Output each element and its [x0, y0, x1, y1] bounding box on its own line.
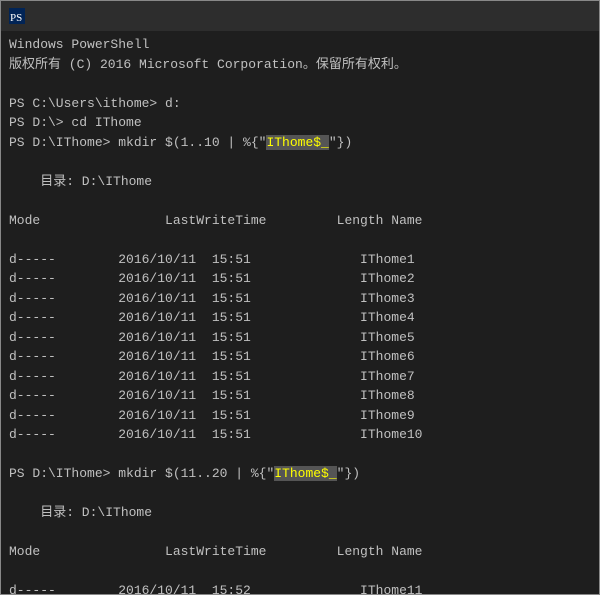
- dir-row: d----- 2016/10/11 15:51 IThome5: [9, 330, 415, 345]
- prompt-line1: PS C:\Users\ithome> d:: [9, 96, 181, 111]
- minimize-button[interactable]: [469, 1, 515, 31]
- console-scroll-area[interactable]: Windows PowerShell 版权所有 (C) 2016 Microso…: [1, 31, 599, 594]
- powershell-window: PS Windows PowerShell 版权所有 (C) 2016 Micr…: [0, 0, 600, 595]
- prompt-line2: PS D:\> cd IThome: [9, 115, 142, 130]
- dir-label1: 目录: D:\IThome: [9, 174, 152, 189]
- dir-row: d----- 2016/10/11 15:51 IThome6: [9, 349, 415, 364]
- col-headers1: Mode LastWriteTime Length Name: [9, 213, 422, 228]
- dir-row: d----- 2016/10/11 15:51 IThome9: [9, 408, 415, 423]
- cmd-mkdir2: PS D:\IThome> mkdir $(11..20 | %{"IThome…: [9, 466, 360, 481]
- dir-label2: 目录: D:\IThome: [9, 505, 152, 520]
- close-button[interactable]: [553, 1, 599, 31]
- powershell-icon: PS: [9, 8, 25, 24]
- maximize-button[interactable]: [511, 1, 557, 31]
- dir-row: d----- 2016/10/11 15:51 IThome1: [9, 252, 415, 267]
- window-controls: [469, 1, 591, 31]
- dir-row: d----- 2016/10/11 15:51 IThome2: [9, 271, 415, 286]
- col-headers2: Mode LastWriteTime Length Name: [9, 544, 422, 559]
- cmd-mkdir1: PS D:\IThome> mkdir $(1..10 | %{"IThome$…: [9, 135, 352, 150]
- header-line1: Windows PowerShell: [9, 37, 149, 52]
- dir-row: d----- 2016/10/11 15:52 IThome11: [9, 583, 422, 594]
- dir-row: d----- 2016/10/11 15:51 IThome7: [9, 369, 415, 384]
- dir-row: d----- 2016/10/11 15:51 IThome3: [9, 291, 415, 306]
- ithome-var2: IThome$_: [274, 466, 336, 481]
- console-output: Windows PowerShell 版权所有 (C) 2016 Microso…: [1, 31, 599, 594]
- ithome-var1: IThome$_: [266, 135, 328, 150]
- header-line2: 版权所有 (C) 2016 Microsoft Corporation。保留所有…: [9, 57, 407, 72]
- dir-row: d----- 2016/10/11 15:51 IThome10: [9, 427, 422, 442]
- title-bar: PS: [1, 1, 599, 31]
- svg-text:PS: PS: [10, 12, 22, 24]
- dir-row: d----- 2016/10/11 15:51 IThome4: [9, 310, 415, 325]
- dir-row: d----- 2016/10/11 15:51 IThome8: [9, 388, 415, 403]
